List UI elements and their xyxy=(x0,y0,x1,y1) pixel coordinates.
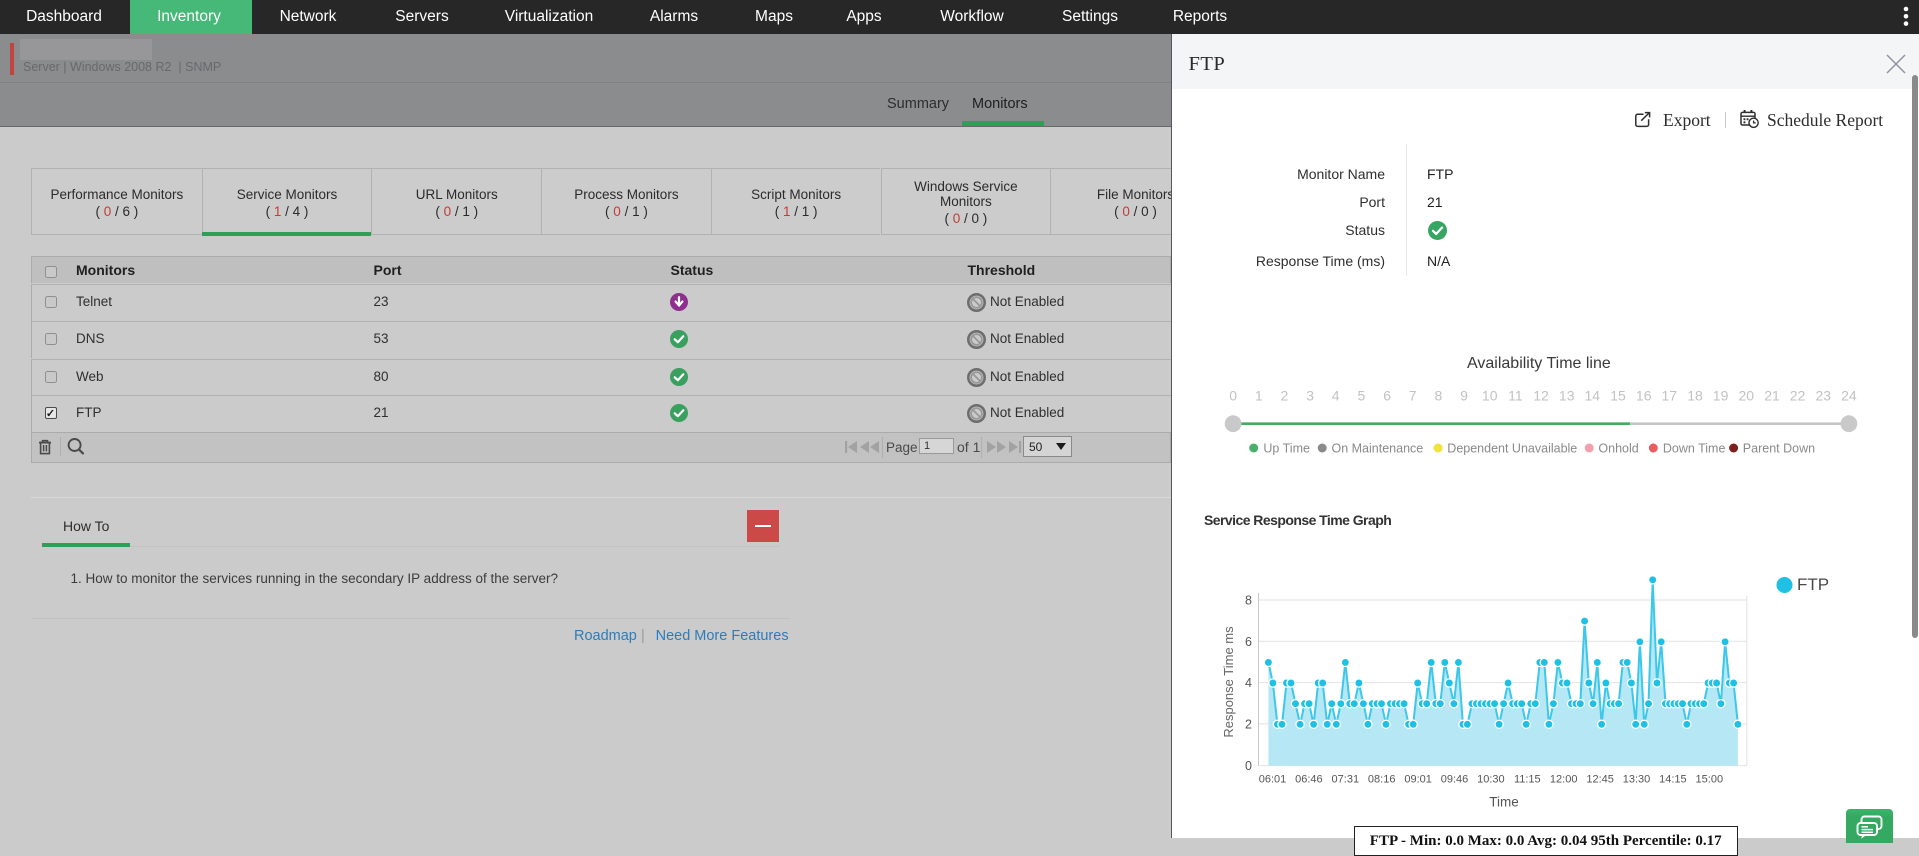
svg-text:07:31: 07:31 xyxy=(1332,774,1360,786)
svg-text:0: 0 xyxy=(1245,759,1252,773)
svg-text:09:46: 09:46 xyxy=(1441,774,1469,786)
svg-text:06:46: 06:46 xyxy=(1295,774,1323,786)
svg-text:4: 4 xyxy=(1245,676,1252,690)
svg-text:08:16: 08:16 xyxy=(1368,774,1396,786)
svg-text:12:00: 12:00 xyxy=(1550,774,1578,786)
svg-text:06:01: 06:01 xyxy=(1259,774,1287,786)
svg-text:11:15: 11:15 xyxy=(1514,774,1541,786)
svg-text:Time: Time xyxy=(1489,795,1519,810)
svg-text:2: 2 xyxy=(1245,717,1252,731)
svg-text:12:45: 12:45 xyxy=(1586,774,1614,786)
svg-text:Response Time ms: Response Time ms xyxy=(1221,626,1236,738)
svg-text:6: 6 xyxy=(1245,635,1252,649)
svg-text:14:15: 14:15 xyxy=(1659,774,1687,786)
svg-text:8: 8 xyxy=(1245,594,1252,608)
svg-text:13:30: 13:30 xyxy=(1623,774,1651,786)
svg-text:15:00: 15:00 xyxy=(1696,774,1724,786)
svg-text:09:01: 09:01 xyxy=(1404,774,1432,786)
svg-text:10:30: 10:30 xyxy=(1477,774,1505,786)
